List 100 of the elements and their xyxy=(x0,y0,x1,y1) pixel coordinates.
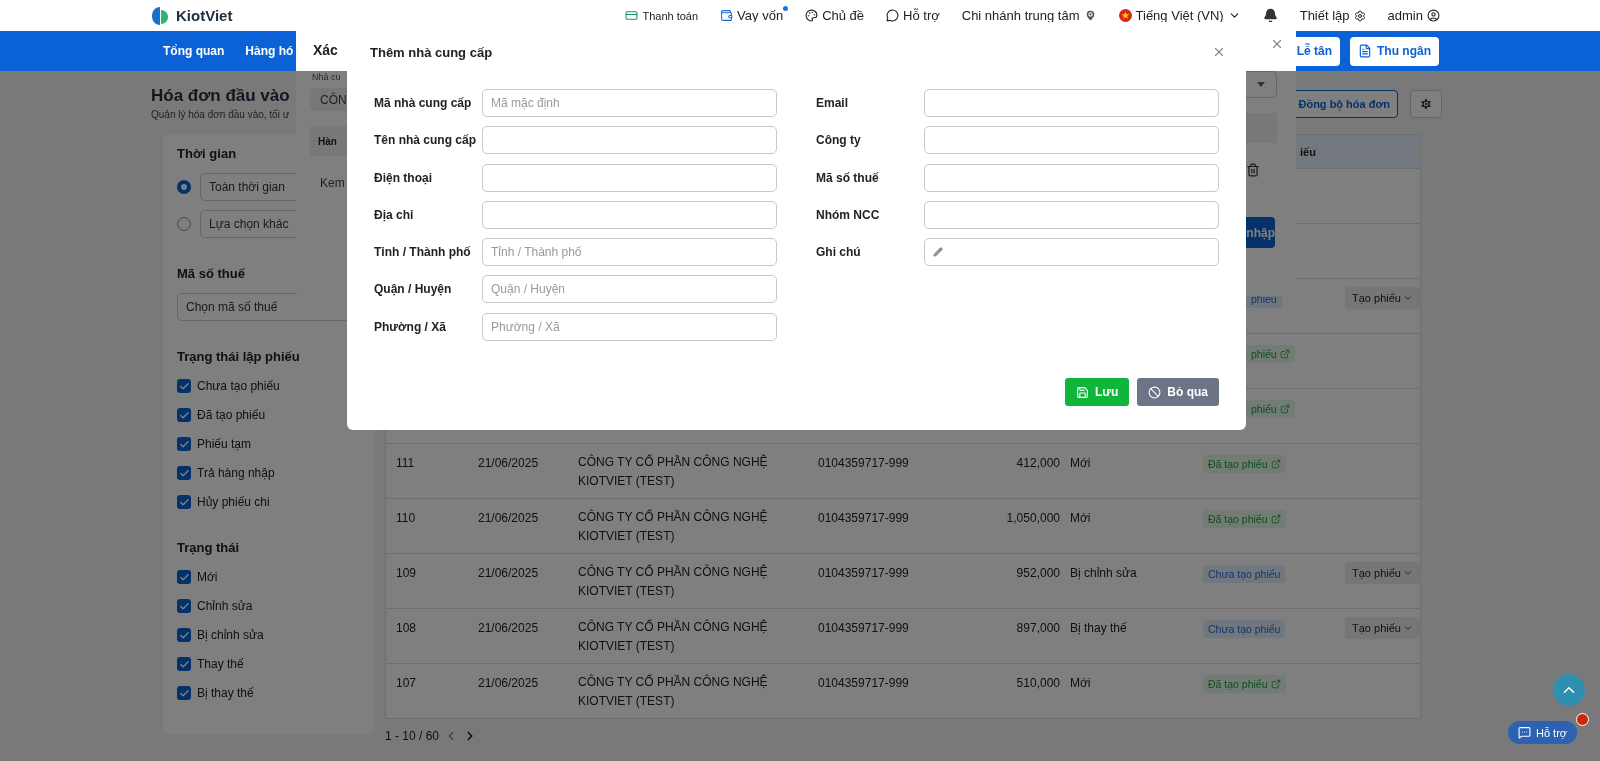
field-label: Nhóm NCC xyxy=(816,207,881,222)
table-cell-text: 108 xyxy=(395,620,418,636)
table-cell-text: 21/06/2025 xyxy=(477,620,540,636)
note-field[interactable] xyxy=(924,238,1219,267)
cancel-button[interactable]: Bỏ qua xyxy=(1137,378,1219,406)
trash-icon[interactable] xyxy=(1246,163,1260,177)
page-title: Hóa đơn đầu vào xyxy=(151,85,290,107)
input-field[interactable]: Phường / Xã xyxy=(482,312,777,341)
checkbox[interactable] xyxy=(177,379,191,393)
status-badge: Chưa tạo phiếu xyxy=(1203,620,1286,638)
create-button[interactable]: Tạo phiếu xyxy=(1345,562,1420,584)
checkbox-label: Thay thế xyxy=(197,657,244,671)
top-menu-item[interactable]: Vay vốn xyxy=(737,8,784,23)
dialog-title: Thêm nhà cung cấp xyxy=(370,44,493,60)
close-button[interactable] xyxy=(1212,45,1226,59)
top-menu-item[interactable]: admin xyxy=(1387,8,1423,23)
table-cell-text: Kem xyxy=(320,176,346,190)
table-cell-text: 510,000 xyxy=(1015,675,1060,691)
input-field[interactable] xyxy=(924,89,1219,117)
field-label: Điện thoại xyxy=(374,170,433,185)
document-icon xyxy=(1358,44,1372,58)
input-field[interactable]: Quận / Huyện xyxy=(482,275,777,304)
top-menu-item[interactable]: Chủ đề xyxy=(822,8,865,23)
scroll-top-button[interactable] xyxy=(1553,674,1585,706)
select-field[interactable]: CÔN xyxy=(310,88,347,111)
checkbox[interactable] xyxy=(177,657,191,671)
table-cell-text: 111 xyxy=(395,455,416,471)
table-cell-text: 897,000 xyxy=(1015,620,1060,636)
field-label: Nhà cu xyxy=(312,72,342,82)
top-menu-item[interactable]: Tiếng Việt (VN) xyxy=(1135,8,1224,23)
input-field[interactable]: Mã mặc định xyxy=(482,89,777,117)
wallet-icon xyxy=(720,9,734,22)
column-header: iếu xyxy=(1300,145,1316,158)
chat-icon xyxy=(1518,726,1531,739)
nav-button[interactable]: Thu ngân xyxy=(1350,36,1439,66)
radio-button[interactable] xyxy=(177,217,191,231)
flag-icon xyxy=(1118,9,1132,22)
table-cell-text: CÔNG TY CỔ PHẦN CÔNG NGHỆ KIOTVIET (TEST) xyxy=(577,508,769,545)
table-cell-text: 0104359717-999 xyxy=(817,455,910,471)
table-cell-text: 0104359717-999 xyxy=(817,620,910,636)
field-label: Công ty xyxy=(816,133,862,148)
close-icon[interactable] xyxy=(1270,37,1284,51)
table-cell-text: 109 xyxy=(395,565,418,581)
checkbox-label: Mới xyxy=(197,570,218,584)
table-cell-text: Mới xyxy=(1069,510,1092,526)
top-menu-item[interactable]: Thanh toán xyxy=(642,9,699,22)
table-cell-text: 952,000 xyxy=(1015,565,1060,581)
input-field[interactable] xyxy=(924,163,1219,192)
support-button[interactable]: Hỗ trợ xyxy=(1508,721,1578,744)
table-cell-text: 21/06/2025 xyxy=(477,510,540,526)
create-button[interactable]: Tạo phiếu xyxy=(1345,287,1420,309)
checkbox-label: Trả hàng nhập xyxy=(197,466,275,480)
settings-button[interactable] xyxy=(1410,90,1442,118)
caret-icon xyxy=(1256,82,1265,87)
status-badge: Chưa tạo phiếu xyxy=(1203,565,1286,583)
input-field[interactable] xyxy=(482,200,777,229)
status-badge: Đã tạo phiếu xyxy=(1203,510,1286,528)
top-menu-item[interactable]: Thiết lập xyxy=(1299,8,1350,23)
logo-icon xyxy=(150,5,170,26)
status-badge: Đã tạo phiếu xyxy=(1203,675,1286,693)
field-label: Email xyxy=(816,96,849,110)
nav-item[interactable]: Tổng quan xyxy=(163,44,225,58)
import-button[interactable]: nhập xyxy=(1245,217,1275,248)
card-icon xyxy=(625,9,639,22)
pagination-text: 1 - 10 / 60 xyxy=(385,729,440,743)
table-cell-text: 0104359717-999 xyxy=(817,510,910,526)
checkbox[interactable] xyxy=(177,686,191,700)
checkbox[interactable] xyxy=(177,466,191,480)
bell-icon[interactable] xyxy=(1262,8,1278,23)
checkbox[interactable] xyxy=(177,570,191,584)
field-label: Mã số thuế xyxy=(816,170,880,185)
checkbox-label: Bị thay thế xyxy=(197,686,254,700)
table-cell-text: 412,000 xyxy=(1015,455,1060,471)
nav-item[interactable]: Hàng hó xyxy=(245,44,294,58)
table-cell-text: 0104359717-999 xyxy=(817,675,910,691)
checkbox-label: Hủy phiếu chi xyxy=(197,495,270,509)
create-button[interactable]: Tạo phiếu xyxy=(1345,617,1420,639)
radio-button[interactable] xyxy=(177,180,191,194)
top-menu-item[interactable]: Chi nhánh trung tâm xyxy=(961,8,1080,23)
checkbox[interactable] xyxy=(177,599,191,613)
filter-title: Mã số thuế xyxy=(177,266,246,281)
checkbox[interactable] xyxy=(177,437,191,451)
status-badge: Đã tạo phiếu xyxy=(1203,455,1286,473)
pencil-icon xyxy=(933,247,943,258)
input-field[interactable] xyxy=(482,126,777,155)
checkbox[interactable] xyxy=(177,628,191,642)
top-menu-item[interactable]: Hỗ trợ xyxy=(903,8,940,23)
table-cell-text: Bị thay thế xyxy=(1069,620,1128,636)
checkbox[interactable] xyxy=(177,408,191,422)
input-field[interactable] xyxy=(924,200,1219,229)
field-label: Quận / Huyện xyxy=(374,282,453,297)
input-field[interactable] xyxy=(924,126,1219,155)
checkbox[interactable] xyxy=(177,495,191,509)
user-icon xyxy=(1427,9,1440,22)
input-field[interactable]: Tỉnh / Thành phố xyxy=(482,238,777,267)
table-cell-text: Bị chỉnh sửa xyxy=(1069,565,1138,581)
input-field[interactable] xyxy=(482,163,777,192)
field-label: Tỉnh / Thành phố xyxy=(374,245,472,260)
table-cell-text: 1,050,000 xyxy=(1005,510,1060,526)
field-label: Mã nhà cung cấp xyxy=(374,96,473,110)
